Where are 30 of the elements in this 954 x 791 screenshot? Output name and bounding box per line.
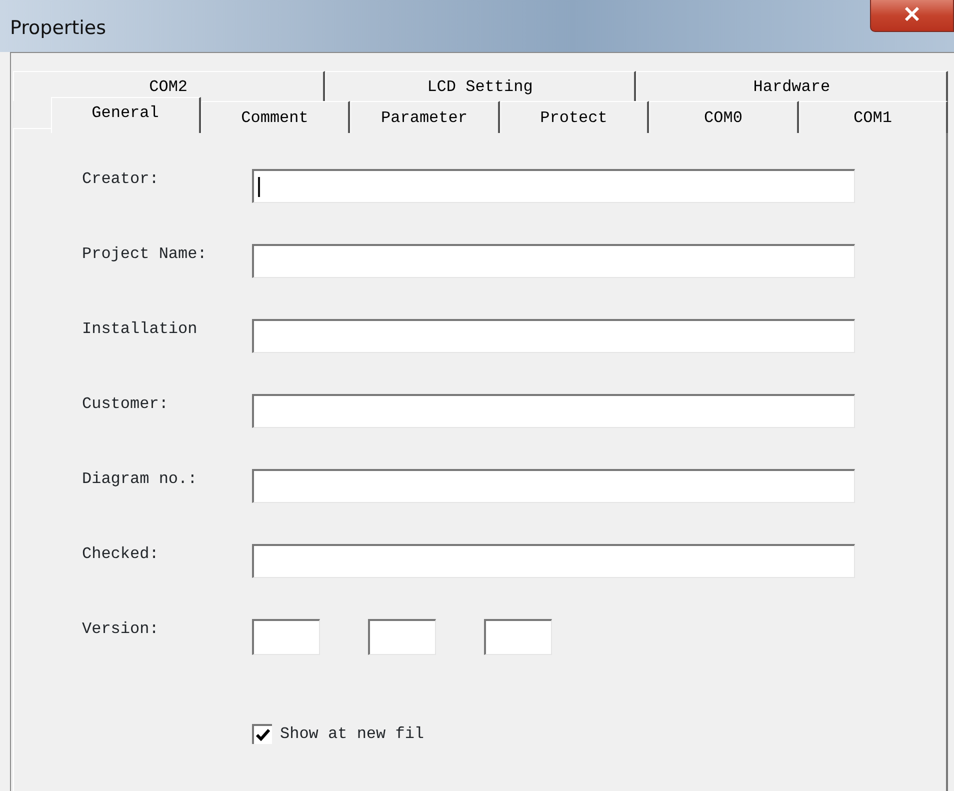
close-button[interactable] [870, 0, 954, 32]
input-field[interactable] [252, 244, 855, 278]
field-label: Installation [82, 319, 198, 339]
tab[interactable]: COM0 [649, 101, 798, 133]
field-label: Project Name: [82, 244, 208, 264]
tab[interactable]: Protect [500, 101, 649, 133]
tab[interactable]: COM1 [798, 101, 948, 133]
input-field[interactable] [252, 544, 855, 578]
input-field[interactable] [252, 319, 855, 353]
close-icon [904, 7, 920, 21]
version-field[interactable] [484, 619, 552, 655]
version-field[interactable] [252, 619, 320, 655]
field-label: Checked: [82, 544, 160, 564]
tab[interactable]: General [51, 97, 200, 133]
input-field[interactable] [252, 169, 855, 203]
field-label: Diagram no.: [82, 469, 198, 489]
checkbox-label: Show at new fil [280, 724, 424, 745]
tab[interactable]: Hardware [636, 71, 948, 101]
input-field[interactable] [252, 394, 855, 428]
version-field[interactable] [368, 619, 436, 655]
tab[interactable]: Parameter [350, 101, 500, 133]
tab[interactable]: LCD Setting [324, 71, 636, 101]
input-field[interactable] [252, 469, 855, 503]
window-title: Properties [9, 16, 106, 41]
tab[interactable]: COM2 [13, 71, 325, 101]
field-label: Customer: [82, 394, 170, 414]
checkbox[interactable] [252, 724, 272, 744]
field-label: Version: [82, 619, 160, 639]
field-label: Creator: [82, 169, 160, 189]
tab[interactable]: Comment [200, 101, 350, 133]
